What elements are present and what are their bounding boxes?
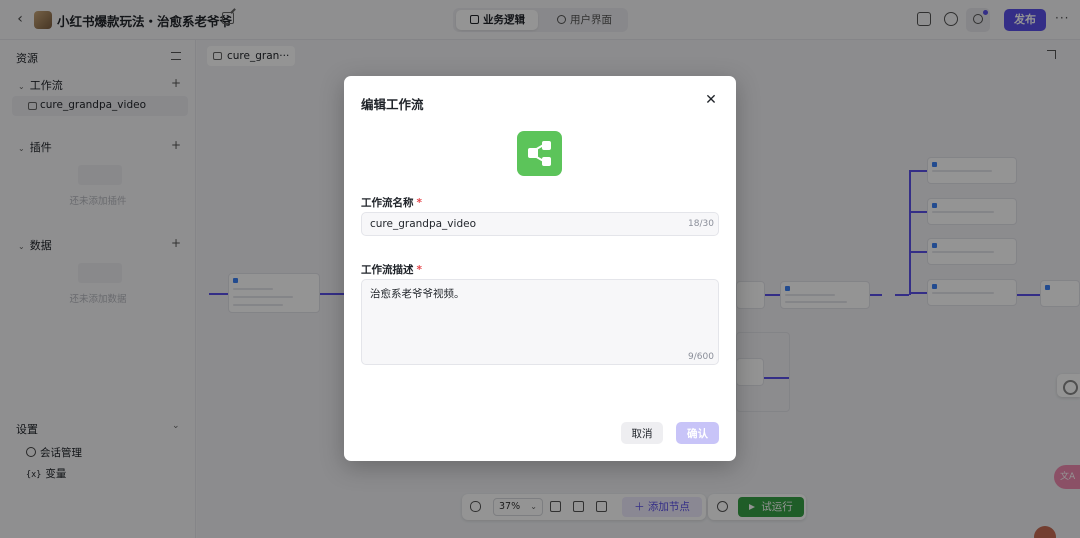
desc-field-label: 工作流描述 * bbox=[361, 264, 423, 276]
workflow-name-input[interactable] bbox=[361, 212, 719, 236]
name-field-label: 工作流名称 * bbox=[361, 197, 423, 209]
desc-char-counter: 9/600 bbox=[688, 352, 714, 362]
confirm-button[interactable]: 确认 bbox=[676, 422, 719, 444]
required-mark: * bbox=[416, 197, 423, 209]
workflow-icon[interactable] bbox=[517, 131, 562, 176]
required-mark: * bbox=[416, 264, 423, 276]
name-char-counter: 18/30 bbox=[688, 219, 714, 229]
workflow-description-input[interactable]: 治愈系老爷爷视频。 bbox=[361, 279, 719, 365]
cancel-button[interactable]: 取消 bbox=[621, 422, 663, 444]
edit-workflow-dialog: 编辑工作流 ✕ 工作流名称* 18/30 工作流描述* 治愈系老爷爷视频。 9/… bbox=[344, 76, 736, 461]
dialog-title: 编辑工作流 bbox=[361, 97, 424, 112]
close-icon[interactable]: ✕ bbox=[704, 93, 718, 107]
